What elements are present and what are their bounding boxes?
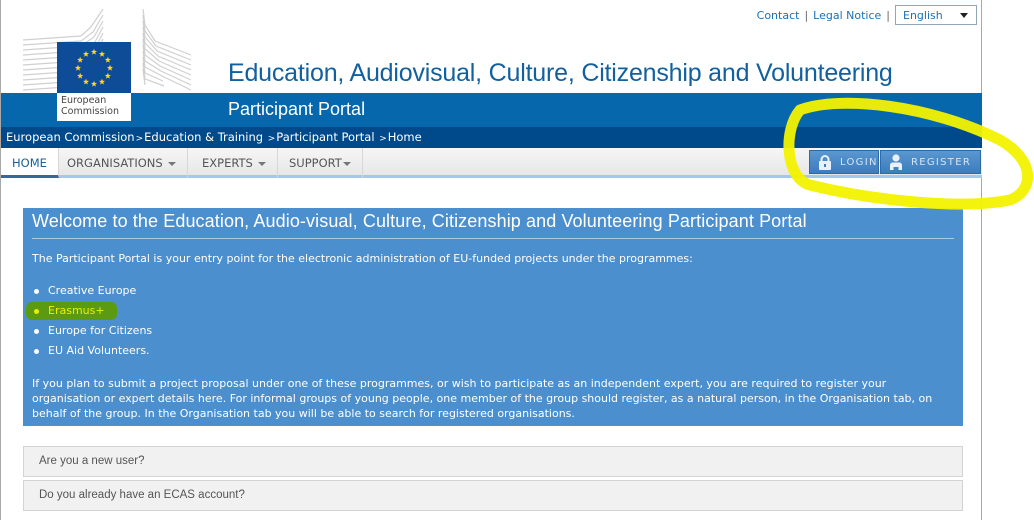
- star-icon: [82, 78, 90, 85]
- breadcrumb-current: Home: [387, 130, 422, 144]
- breadcrumb-item[interactable]: European Commission: [6, 130, 135, 144]
- star-icon: [106, 64, 114, 71]
- tab-label: SUPPORT: [289, 156, 342, 170]
- chevron-down-icon: [342, 161, 351, 166]
- breadcrumb: European Commission>Education & Training…: [1, 127, 982, 148]
- logo-line-1: European: [61, 95, 107, 106]
- tab-home[interactable]: HOME: [1, 148, 59, 178]
- tab-organisations[interactable]: ORGANISATIONS: [56, 148, 188, 178]
- star-icon: [74, 64, 82, 71]
- lock-icon: [819, 154, 831, 170]
- welcome-heading: Welcome to the Education, Audio-visual, …: [32, 208, 954, 239]
- tab-label: HOME: [12, 156, 47, 170]
- welcome-intro: The Participant Portal is your entry poi…: [32, 252, 693, 265]
- language-value: English: [903, 8, 943, 22]
- star-icon: [90, 80, 98, 87]
- star-icon: [98, 78, 106, 85]
- eu-flag-logo[interactable]: [57, 42, 131, 93]
- welcome-panel: Welcome to the Education, Audio-visual, …: [23, 208, 963, 426]
- star-icon: [104, 72, 111, 79]
- star-icon: [98, 50, 106, 57]
- welcome-outro: If you plan to submit a project proposal…: [32, 377, 933, 420]
- page: Contact | Legal Notice | English Europea…: [0, 0, 982, 520]
- programme-label: Erasmus+: [48, 304, 105, 317]
- language-select[interactable]: English: [895, 5, 977, 25]
- tab-label: ORGANISATIONS: [67, 156, 163, 170]
- portal-title: Participant Portal: [228, 99, 366, 119]
- breadcrumb-separator: >: [379, 134, 387, 144]
- accordion-new-user[interactable]: Are you a new user?: [23, 446, 963, 477]
- register-button[interactable]: REGISTER: [880, 150, 981, 174]
- tab-support[interactable]: SUPPORT: [278, 148, 363, 178]
- chevron-down-icon: [960, 12, 968, 18]
- programme-item: EU Aid Volunteers.: [32, 341, 954, 361]
- chevron-down-icon: [167, 161, 176, 166]
- programme-item: Europe for Citizens: [32, 321, 954, 341]
- programme-label: Creative Europe: [48, 284, 137, 297]
- logo-line-2: Commission: [61, 106, 119, 117]
- accordion-label: Are you a new user?: [39, 455, 145, 467]
- accordion-ecas-account[interactable]: Do you already have an ECAS account?: [23, 480, 963, 511]
- star-icon: [90, 48, 98, 55]
- breadcrumb-item[interactable]: Education & Training: [144, 130, 263, 144]
- separator: |: [804, 8, 809, 22]
- user-icon: [890, 154, 902, 170]
- programme-item: Creative Europe: [32, 281, 954, 301]
- header-band: [1, 93, 982, 127]
- breadcrumb-separator: >: [267, 134, 276, 144]
- programme-label: Europe for Citizens: [48, 324, 153, 337]
- star-icon: [77, 56, 84, 63]
- contact-link[interactable]: Contact: [757, 9, 800, 22]
- legal-notice-link[interactable]: Legal Notice: [813, 9, 881, 22]
- breadcrumb-separator: >: [135, 134, 144, 144]
- star-icon: [104, 56, 111, 63]
- programme-list: Creative Europe Erasmus+ Europe for Citi…: [26, 281, 954, 361]
- programme-item-highlighted: Erasmus+: [26, 301, 954, 321]
- separator: |: [886, 8, 890, 22]
- star-icon: [82, 50, 90, 57]
- eu-stars-icon: [74, 48, 114, 87]
- login-label: LOGIN: [840, 156, 878, 168]
- breadcrumb-item[interactable]: Participant Portal: [276, 130, 374, 144]
- login-button[interactable]: LOGIN: [809, 150, 879, 174]
- programme-label: EU Aid Volunteers.: [48, 344, 150, 357]
- european-commission-caption: European Commission: [57, 93, 131, 121]
- tab-label: EXPERTS: [202, 156, 253, 170]
- chevron-down-icon: [257, 161, 266, 166]
- tab-experts[interactable]: EXPERTS: [191, 148, 278, 178]
- site-title: Education, Audiovisual, Culture, Citizen…: [228, 59, 893, 87]
- star-icon: [77, 72, 84, 79]
- top-links: Contact | Legal Notice | English: [757, 5, 977, 25]
- register-label: REGISTER: [911, 156, 972, 168]
- accordion-label: Do you already have an ECAS account?: [39, 489, 245, 501]
